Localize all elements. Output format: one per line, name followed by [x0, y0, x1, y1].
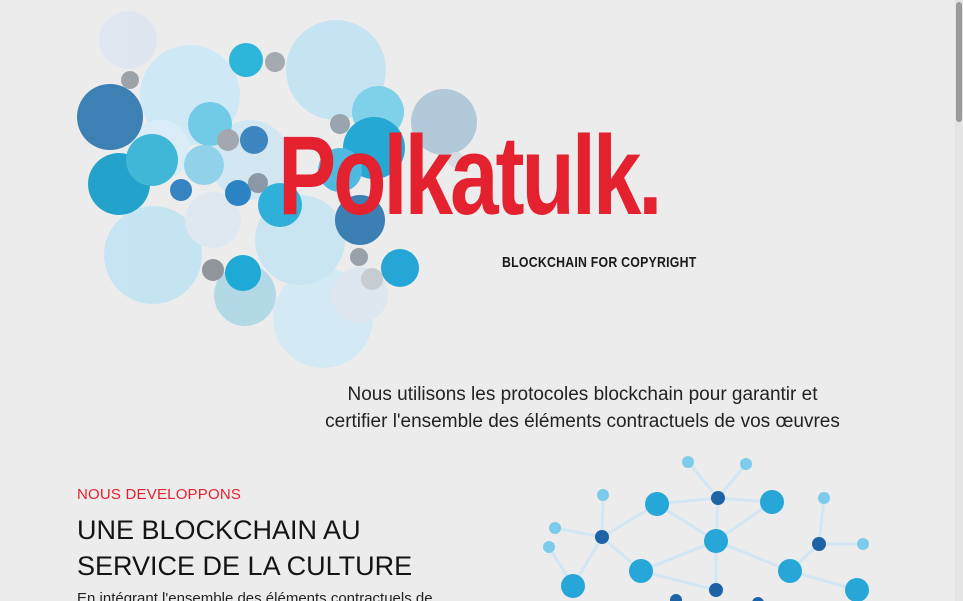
hero-intro-line-1: Nous utilisons les protocoles blockchain… — [347, 384, 818, 405]
hero-intro-text: Nous utilisons les protocoles blockchain… — [260, 381, 905, 435]
brand-tagline: BLOCKCHAIN FOR COPYRIGHT — [502, 254, 697, 271]
section-body-text: En intégrant l'ensemble des éléments con… — [77, 590, 433, 601]
section-heading-line-2: SERVICE DE LA CULTURE — [77, 551, 413, 581]
hero-intro-line-2: certifier l'ensemble des éléments contra… — [325, 411, 840, 432]
vertical-scrollbar[interactable] — [955, 0, 963, 601]
network-nodes-graphic — [543, 456, 869, 601]
scrollbar-thumb[interactable] — [956, 2, 962, 122]
section-kicker: NOUS DEVELOPPONS — [77, 486, 242, 503]
brand-logo-wordmark[interactable]: Polkatulk. — [278, 120, 663, 232]
section-heading: UNE BLOCKCHAIN AU SERVICE DE LA CULTURE — [77, 512, 497, 584]
section-heading-line-1: UNE BLOCKCHAIN AU — [77, 515, 361, 545]
landing-page: Polkatulk. BLOCKCHAIN FOR COPYRIGHT Nous… — [0, 0, 955, 601]
